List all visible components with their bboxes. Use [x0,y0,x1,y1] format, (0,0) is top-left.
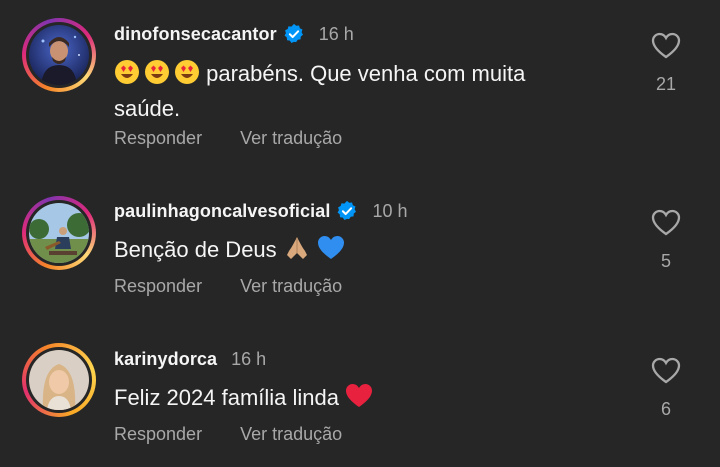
translate-button[interactable]: Ver tradução [240,424,342,445]
heart-icon[interactable] [651,357,681,385]
like-control: 6 [648,357,684,420]
username[interactable]: karinydorca [114,349,217,370]
avatar[interactable] [22,343,96,417]
red-heart-icon [345,383,373,417]
comment-text: Feliz 2024 família linda [114,382,584,417]
comment-time: 16 h [231,348,267,369]
comment-text-body: Feliz 2024 família linda [114,385,340,410]
reply-button[interactable]: Responder [114,424,202,445]
like-count: 6 [660,399,671,419]
comment-item: karinydorca 16 h Feliz 2024 família lind… [0,0,720,467]
